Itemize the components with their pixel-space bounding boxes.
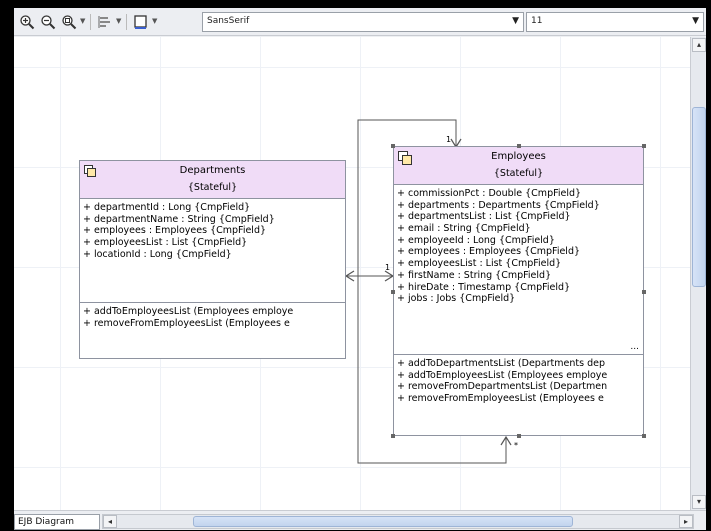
color-icon[interactable] [132,13,150,31]
entity-name: Departments [179,165,246,176]
zoom-fit-icon[interactable] [60,13,78,31]
vertical-scrollbar[interactable]: ▴ ▾ [690,37,706,510]
scroll-left-button[interactable]: ◂ [103,515,117,528]
method-row[interactable]: + addToEmployeesList (Employees employe [83,306,342,318]
selection-handle[interactable] [391,290,395,294]
zoom-in-icon[interactable] [18,13,36,31]
font-family-value: SansSerif [207,16,250,26]
toolbar-separator [90,14,91,30]
entity-fields: + commissionPct : Double {CmpField} + de… [394,185,643,355]
field-row[interactable]: + email : String {CmpField} [397,223,640,235]
scroll-down-button[interactable]: ▾ [692,495,706,509]
method-row[interactable]: + removeFromEmployeesList (Employees e [83,318,342,330]
align-dropdown-icon[interactable]: ▼ [116,17,121,25]
entity-header: Employees {Stateful} [394,147,643,185]
zoom-out-icon[interactable] [39,13,57,31]
selection-handle[interactable] [391,144,395,148]
multiplicity-label: * [514,441,518,450]
entity-methods: + addToEmployeesList (Employees employe … [80,303,345,332]
method-row[interactable]: + removeFromDepartmentsList (Departmen [397,381,640,393]
field-row[interactable]: + employees : Employees {CmpField} [83,225,342,237]
field-row[interactable]: + employeesList : List {CmpField} [397,258,640,270]
field-row[interactable]: + commissionPct : Double {CmpField} [397,188,640,200]
color-dropdown-icon[interactable]: ▼ [152,17,157,25]
multiplicity-label: 1 [385,263,391,272]
field-row[interactable]: + employeeId : Long {CmpField} [397,235,640,247]
field-row[interactable]: + departmentName : String {CmpField} [83,214,342,226]
selection-handle[interactable] [642,144,646,148]
scroll-right-button[interactable]: ▸ [679,515,693,528]
vertical-scroll-thumb[interactable] [692,107,706,287]
horizontal-scroll-thumb[interactable] [193,516,573,527]
tab-ejb-diagram[interactable]: EJB Diagram [14,514,100,530]
field-row[interactable]: + hireDate : Timestamp {CmpField} [397,282,640,294]
field-row[interactable]: + departmentId : Long {CmpField} [83,202,342,214]
entity-methods: + addToDepartmentsList (Departments dep … [394,355,643,408]
selection-handle[interactable] [642,290,646,294]
font-size-select[interactable]: 11 ▼ [526,12,704,32]
horizontal-scrollbar[interactable]: ◂ ▸ [102,514,694,529]
ejb-diagram-editor: ▼ ▼ ▼ SansSerif ▼ 11 ▼ 1 1 * Departments… [14,8,706,530]
toolbar-separator [126,14,127,30]
toolbar: ▼ ▼ ▼ SansSerif ▼ 11 ▼ [14,8,706,36]
entity-employees[interactable]: Employees {Stateful} + commissionPct : D… [391,144,646,438]
diagram-canvas[interactable]: 1 1 * Departments {Stateful} + departmen… [14,37,690,510]
method-row[interactable]: + removeFromEmployeesList (Employees e [397,393,640,405]
chevron-down-icon: ▼ [692,16,699,26]
chevron-down-icon: ▼ [512,16,519,26]
selection-handle[interactable] [517,434,521,438]
field-row[interactable]: + firstName : String {CmpField} [397,270,640,282]
selection-handle[interactable] [642,434,646,438]
font-family-select[interactable]: SansSerif ▼ [202,12,524,32]
field-row[interactable]: + departments : Departments {CmpField} [397,200,640,212]
method-row[interactable]: + addToDepartmentsList (Departments dep [397,358,640,370]
scroll-up-button[interactable]: ▴ [692,38,706,52]
entity-stereotype: {Stateful} [187,182,238,193]
entity-name: Employees [491,151,546,162]
field-row[interactable]: + departmentsList : List {CmpField} [397,211,640,223]
entity-header: Departments {Stateful} [80,161,345,199]
zoom-dropdown-icon[interactable]: ▼ [80,17,85,25]
entity-fields: + departmentId : Long {CmpField} + depar… [80,199,345,303]
multiplicity-label: 1 [446,135,452,144]
method-row[interactable]: + addToEmployeesList (Employees employe [397,370,640,382]
align-icon[interactable] [96,13,114,31]
bottom-bar: EJB Diagram ◂ ▸ [14,510,706,530]
selection-handle[interactable] [517,144,521,148]
entity-departments[interactable]: Departments {Stateful} + departmentId : … [79,160,346,359]
font-size-value: 11 [531,16,543,26]
entity-stereotype: {Stateful} [493,168,544,179]
field-row[interactable]: + employees : Employees {CmpField} [397,246,640,258]
selection-handle[interactable] [391,434,395,438]
field-row[interactable]: + jobs : Jobs {CmpField} [397,293,640,305]
field-row[interactable]: + employeesList : List {CmpField} [83,237,342,249]
more-fields-indicator: ... [630,342,639,352]
field-row[interactable]: + locationId : Long {CmpField} [83,249,342,261]
